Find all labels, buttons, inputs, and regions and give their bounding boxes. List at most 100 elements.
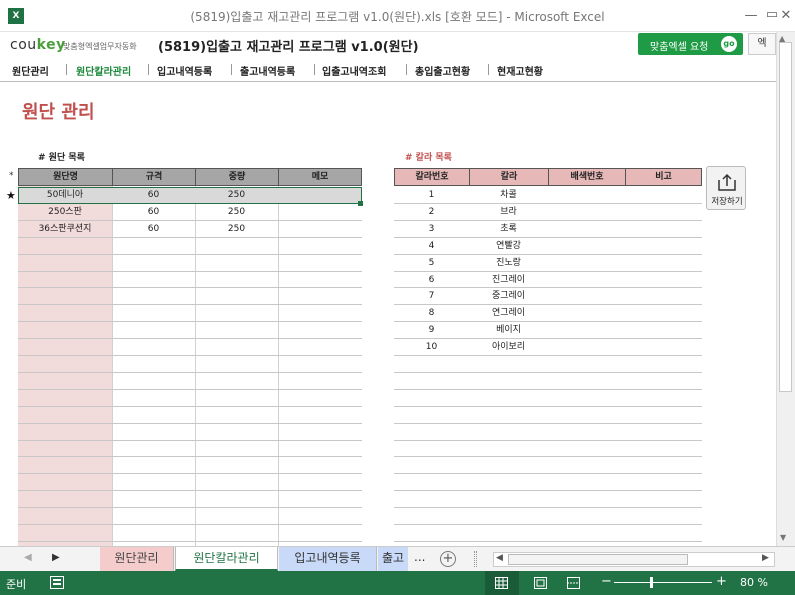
sheet-tab-inbound[interactable]: 입고내역등록 — [279, 547, 377, 571]
fabric-weight-cell[interactable]: 250 — [195, 221, 278, 237]
column-divider — [112, 186, 113, 546]
scroll-down-icon[interactable]: ▼ — [780, 533, 786, 542]
fabric-memo-cell[interactable] — [278, 221, 362, 237]
nav-inout-query[interactable]: 입출고내역조회 — [322, 63, 386, 78]
scroll-thumb[interactable] — [779, 42, 792, 392]
header-combination-no[interactable]: 배색번호 — [549, 169, 626, 186]
zoom-level[interactable]: 80 % — [740, 576, 768, 589]
fabric-memo-cell[interactable] — [278, 204, 362, 220]
status-ready: 준비 — [6, 578, 27, 591]
hscroll-thumb[interactable] — [508, 554, 688, 565]
nav-stock-status[interactable]: 현재고현황 — [497, 63, 543, 78]
color-name-cell[interactable]: 연빨강 — [469, 238, 548, 254]
color-number-cell[interactable]: 9 — [394, 322, 469, 338]
header-spec[interactable]: 규격 — [113, 169, 196, 186]
color-number-cell[interactable]: 5 — [394, 255, 469, 271]
color-list-label: # 칼라 목록 — [405, 153, 452, 163]
fabric-weight-cell[interactable]: 250 — [195, 204, 278, 220]
upload-icon — [718, 173, 736, 191]
extra-button[interactable]: 엑 — [748, 33, 776, 55]
add-sheet-icon[interactable]: + — [440, 551, 456, 567]
header-remarks[interactable]: 비고 — [626, 169, 701, 186]
macro-record-icon[interactable] — [50, 576, 64, 589]
fabric-spec-cell[interactable]: 60 — [112, 204, 195, 220]
row-gridline — [18, 270, 362, 272]
row-gridline — [394, 371, 702, 373]
color-name-cell[interactable]: 연그레이 — [469, 305, 548, 321]
custom-request-label: 맞춤엑셀 요청 — [650, 42, 709, 53]
save-button[interactable]: 저장하기 — [706, 166, 746, 210]
row-gridline — [394, 473, 702, 475]
color-header-row: 칼라번호 칼라 배색번호 비고 — [394, 168, 702, 186]
sheet-tab-fabric[interactable]: 원단관리 — [100, 547, 174, 571]
color-name-cell[interactable]: 진노랑 — [469, 255, 548, 271]
color-number-cell[interactable]: 4 — [394, 238, 469, 254]
zoom-thumb[interactable] — [650, 577, 653, 588]
fabric-name-cell[interactable]: 36스판쿠션지 — [18, 221, 112, 237]
header-weight[interactable]: 중량 — [196, 169, 279, 186]
color-number-cell[interactable]: 7 — [394, 288, 469, 304]
tab-split-handle[interactable] — [474, 551, 477, 567]
more-tabs-button[interactable]: ... — [414, 550, 425, 564]
minimize-button[interactable]: — — [741, 6, 761, 26]
header-fabric-name[interactable]: 원단명 — [19, 169, 113, 186]
color-number-cell[interactable]: 1 — [394, 187, 469, 203]
color-name-cell[interactable]: 베이지 — [469, 322, 548, 338]
nav-outbound[interactable]: 출고내역등록 — [240, 63, 295, 78]
nav-fabric[interactable]: 원단관리 — [12, 63, 49, 78]
row-gridline — [394, 456, 702, 458]
nav-divider — [488, 64, 489, 75]
fabric-memo-cell[interactable] — [278, 187, 362, 203]
header-color[interactable]: 칼라 — [470, 169, 549, 186]
color-number-cell[interactable]: 2 — [394, 204, 469, 220]
program-title: (5819)입출고 재고관리 프로그램 v1.0(원단) — [158, 40, 419, 55]
sheet-tab-outbound[interactable]: 출고 — [378, 547, 408, 571]
hscroll-left-icon[interactable]: ◀ — [496, 553, 503, 563]
header-color-no[interactable]: 칼라번호 — [395, 169, 470, 186]
sheet-tab-fabric-color[interactable]: 원단칼라관리 — [175, 547, 278, 571]
fabric-name-cell[interactable]: 50데니아 — [18, 187, 112, 203]
fabric-spec-cell[interactable]: 60 — [112, 221, 195, 237]
fabric-list-label: # 원단 목록 — [38, 153, 85, 163]
row-gridline — [394, 524, 702, 525]
zoom-in-button[interactable]: + — [716, 574, 727, 589]
color-number-cell[interactable]: 6 — [394, 272, 469, 288]
row-gridline — [18, 304, 362, 306]
page-break-icon[interactable] — [567, 577, 580, 589]
row-gridline — [394, 355, 702, 356]
fabric-weight-cell[interactable]: 250 — [195, 187, 278, 203]
normal-view-button[interactable] — [485, 571, 519, 595]
tab-next-icon[interactable]: ▶ — [52, 552, 60, 563]
page-layout-icon[interactable] — [534, 577, 547, 589]
color-name-cell[interactable]: 차콜 — [469, 187, 548, 203]
nav-divider — [148, 64, 149, 75]
zoom-out-button[interactable]: − — [601, 574, 612, 589]
custom-excel-request-button[interactable]: 맞춤엑셀 요청 go — [638, 33, 743, 55]
nav-fabric-color[interactable]: 원단칼라관리 — [76, 63, 131, 78]
zoom-slider[interactable] — [614, 582, 712, 583]
row-gridline — [394, 405, 702, 407]
title-bar: X (5819)입출고 재고관리 프로그램 v1.0(원단).xls [호환 모… — [0, 0, 795, 32]
color-name-cell[interactable]: 중그레이 — [469, 288, 548, 304]
header-memo[interactable]: 메모 — [279, 169, 361, 186]
close-button[interactable]: ✕ — [776, 6, 795, 26]
color-name-cell[interactable]: 아이보리 — [469, 339, 548, 355]
nav-total-status[interactable]: 총입출고현황 — [415, 63, 470, 78]
color-name-cell[interactable]: 초록 — [469, 221, 548, 237]
color-table: 칼라번호 칼라 배색번호 비고 1 차콜 2 브라 3 초록 4 연빨강 5 진노랑 6 진그레이 7 중… — [394, 168, 702, 546]
nav-divider — [66, 64, 67, 75]
hscroll-right-icon[interactable]: ▶ — [762, 553, 769, 563]
nav-inbound[interactable]: 입고내역등록 — [157, 63, 212, 78]
color-number-cell[interactable]: 10 — [394, 339, 469, 355]
window-title: (5819)입출고 재고관리 프로그램 v1.0(원단).xls [호환 모드]… — [190, 10, 605, 24]
color-number-cell[interactable]: 8 — [394, 305, 469, 321]
row-gridline — [18, 490, 362, 492]
color-number-cell[interactable]: 3 — [394, 221, 469, 237]
color-name-cell[interactable]: 브라 — [469, 204, 548, 220]
fabric-name-cell[interactable]: 250스판 — [18, 204, 112, 220]
tab-prev-icon[interactable]: ◀ — [24, 552, 32, 563]
color-name-cell[interactable]: 진그레이 — [469, 272, 548, 288]
fabric-spec-cell[interactable]: 60 — [112, 187, 195, 203]
row-gridline — [394, 540, 702, 542]
save-label: 저장하기 — [711, 197, 743, 207]
